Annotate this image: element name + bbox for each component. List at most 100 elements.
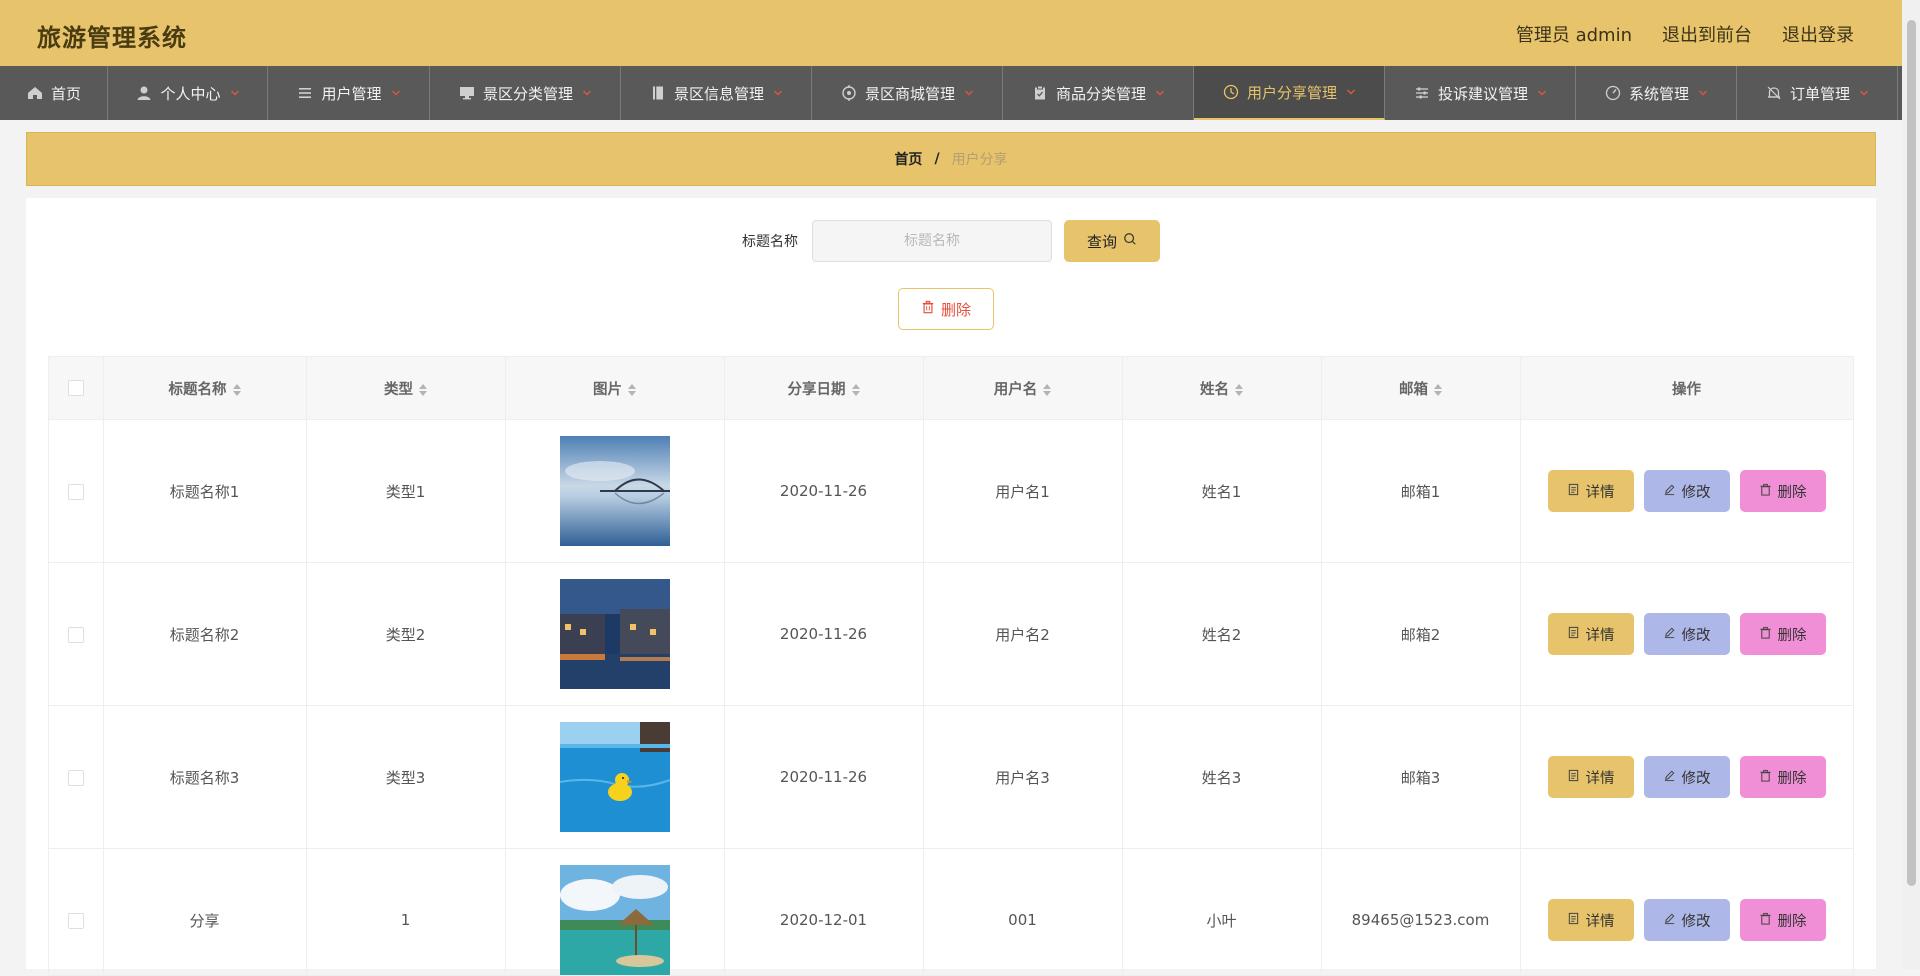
- column-title: 标题名称: [169, 382, 227, 398]
- cell-title: 标题名称3: [103, 706, 306, 849]
- cell-type: 类型1: [306, 420, 505, 563]
- column-header[interactable]: 用户名: [923, 357, 1122, 420]
- sort-icon[interactable]: [852, 384, 860, 396]
- main-panel: 标题名称 查询 删除 标题名称 类型 图片: [26, 198, 1876, 969]
- nav-item[interactable]: 景区分类管理: [430, 66, 621, 120]
- cell-title: 标题名称2: [103, 563, 306, 706]
- chevron-down-icon: [582, 88, 592, 98]
- nav-item-label: 景区信息管理: [674, 83, 764, 104]
- front-link[interactable]: 退出到前台: [1662, 21, 1752, 47]
- pool-rubber-duck-photo[interactable]: [560, 722, 670, 832]
- trash-icon: [1759, 769, 1772, 786]
- notebook-icon: [649, 84, 667, 102]
- nav-item[interactable]: 订单管理: [1737, 66, 1898, 120]
- detail-button[interactable]: 详情: [1548, 613, 1634, 655]
- detail-button-label: 详情: [1586, 481, 1615, 502]
- edit-button[interactable]: 修改: [1644, 470, 1730, 512]
- detail-button[interactable]: 详情: [1548, 470, 1634, 512]
- column-header[interactable]: 姓名: [1122, 357, 1321, 420]
- column-header[interactable]: 类型: [306, 357, 505, 420]
- detail-button[interactable]: 详情: [1548, 756, 1634, 798]
- monitor-icon: [458, 84, 476, 102]
- column-header[interactable]: 分享日期: [724, 357, 923, 420]
- nav-item[interactable]: 首页: [0, 66, 108, 120]
- pencil-icon: [1663, 483, 1676, 500]
- cell-username: 用户名1: [923, 420, 1122, 563]
- row-checkbox[interactable]: [68, 913, 84, 929]
- sort-icon[interactable]: [233, 384, 241, 396]
- column-header[interactable]: 标题名称: [103, 357, 306, 420]
- scrollbar-thumb[interactable]: [1907, 20, 1916, 886]
- nav-item[interactable]: 商品分类管理: [1003, 66, 1194, 120]
- top-header: 旅游管理系统 管理员 admin 退出到前台 退出登录: [0, 0, 1902, 66]
- delete-button[interactable]: 删除: [1740, 470, 1826, 512]
- delete-button[interactable]: 删除: [1740, 756, 1826, 798]
- beach-hut-photo[interactable]: [560, 865, 670, 975]
- document-icon: [1567, 912, 1580, 929]
- row-select-cell: [49, 706, 103, 849]
- nav-item[interactable]: 景区信息管理: [621, 66, 812, 120]
- trash-icon: [1759, 912, 1772, 929]
- bridge-lake-photo[interactable]: [560, 436, 670, 546]
- cell-image: [505, 706, 724, 849]
- edit-button[interactable]: 修改: [1644, 899, 1730, 941]
- row-checkbox[interactable]: [68, 770, 84, 786]
- sort-icon[interactable]: [1235, 384, 1243, 396]
- nav-item-label: 景区分类管理: [483, 83, 573, 104]
- edit-button[interactable]: 修改: [1644, 756, 1730, 798]
- user-icon: [135, 84, 153, 102]
- column-header[interactable]: 图片: [505, 357, 724, 420]
- table-row: 标题名称3类型32020-11-26用户名3姓名3邮箱3详情修改删除: [49, 706, 1853, 849]
- cell-type: 类型3: [306, 706, 505, 849]
- column-header[interactable]: 邮箱: [1321, 357, 1520, 420]
- cell-name: 姓名1: [1122, 420, 1321, 563]
- nav-item-label: 商品分类管理: [1056, 83, 1146, 104]
- clipboard-icon: [1031, 84, 1049, 102]
- breadcrumb-home[interactable]: 首页: [894, 149, 922, 169]
- column-name: 姓名: [1200, 382, 1229, 398]
- select-all-checkbox[interactable]: [68, 380, 84, 396]
- cell-actions: 详情 修改删除: [1520, 420, 1853, 563]
- sort-icon[interactable]: [1434, 384, 1442, 396]
- trash-icon: [1759, 483, 1772, 500]
- column-type: 类型: [384, 382, 413, 398]
- sort-icon[interactable]: [628, 384, 636, 396]
- sort-icon[interactable]: [419, 384, 427, 396]
- edit-button[interactable]: 修改: [1644, 613, 1730, 655]
- query-button[interactable]: 查询: [1064, 220, 1160, 262]
- cell-username: 001: [923, 849, 1122, 976]
- nav-item[interactable]: 系统管理: [1576, 66, 1737, 120]
- row-checkbox[interactable]: [68, 484, 84, 500]
- nav-item-label: 景区商城管理: [865, 83, 955, 104]
- delete-button-label: 删除: [1778, 767, 1807, 788]
- logout-link[interactable]: 退出登录: [1782, 21, 1854, 47]
- table-row: 标题名称1类型12020-11-26用户名1姓名1邮箱1详情修改删除: [49, 420, 1853, 563]
- sort-icon[interactable]: [1043, 384, 1051, 396]
- chevron-down-icon: [773, 88, 783, 98]
- nav-item[interactable]: 景区商城管理: [812, 66, 1003, 120]
- target-icon: [840, 84, 858, 102]
- app-title: 旅游管理系统: [37, 18, 187, 53]
- breadcrumb-separator: /: [934, 151, 939, 167]
- cell-username: 用户名3: [923, 706, 1122, 849]
- cell-date: 2020-12-01: [724, 849, 923, 976]
- nav-item[interactable]: 个人中心: [108, 66, 268, 120]
- nav-item[interactable]: 用户分享管理: [1194, 66, 1385, 120]
- canal-town-night-photo[interactable]: [560, 579, 670, 689]
- row-checkbox[interactable]: [68, 627, 84, 643]
- edit-button-label: 修改: [1682, 624, 1711, 645]
- chevron-down-icon: [230, 88, 240, 98]
- search-icon: [1123, 232, 1137, 250]
- page-scrollbar[interactable]: [1902, 0, 1920, 969]
- breadcrumb: 首页 / 用户分享: [26, 132, 1876, 186]
- detail-button[interactable]: 详情: [1548, 899, 1634, 941]
- nav-item[interactable]: 投诉建议管理: [1385, 66, 1576, 120]
- nav-item[interactable]: 用户管理: [268, 66, 430, 120]
- bulk-delete-button[interactable]: 删除: [898, 288, 994, 330]
- delete-button[interactable]: 删除: [1740, 613, 1826, 655]
- title-search-input[interactable]: [812, 220, 1052, 262]
- gauge-icon: [1604, 84, 1622, 102]
- pencil-icon: [1663, 626, 1676, 643]
- delete-button[interactable]: 删除: [1740, 899, 1826, 941]
- cell-actions: 详情修改删除: [1520, 849, 1853, 976]
